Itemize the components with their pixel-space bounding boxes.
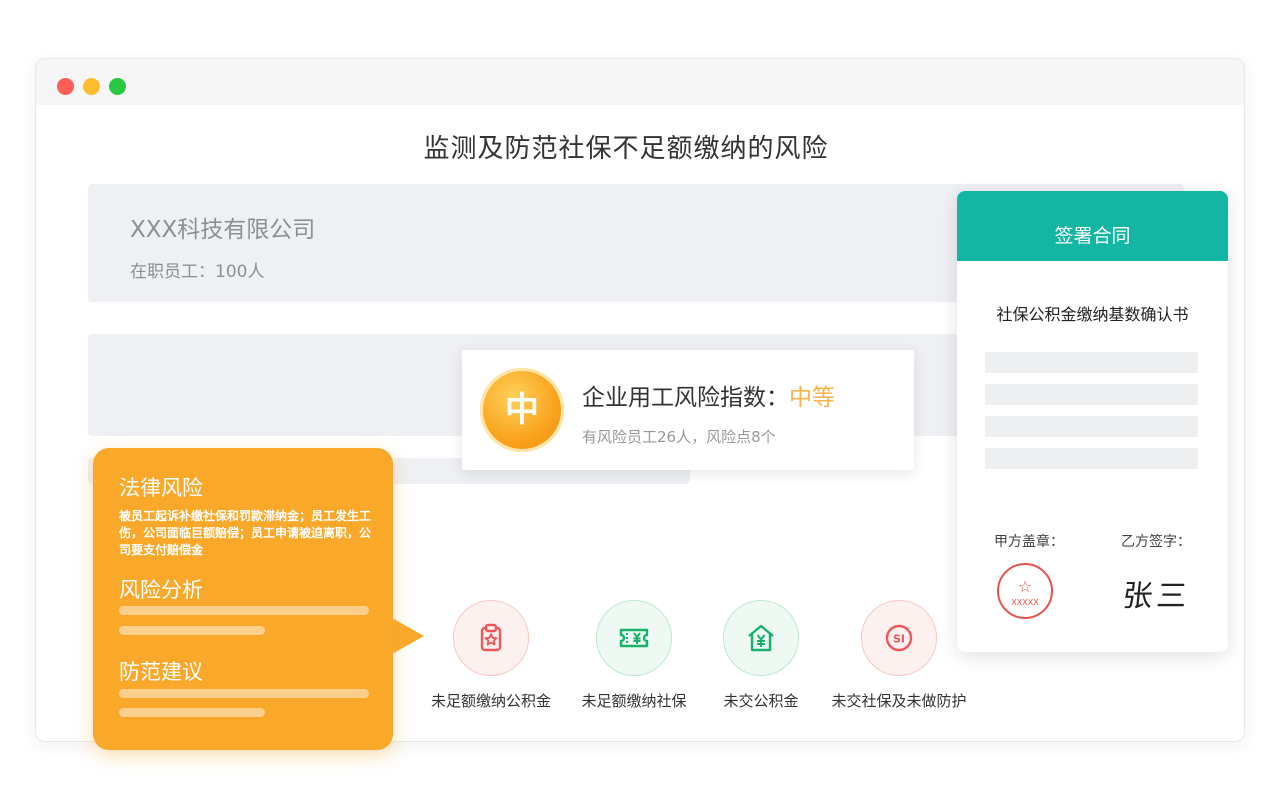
ticket-yen-icon	[619, 628, 649, 648]
risk-item-no-housing-fund[interactable]: 未交公积金	[686, 600, 836, 711]
legal-risk-description: 被员工起诉补缴社保和罚款滞纳金；员工发生工伤，公司面临巨额赔偿；员工申请被迫离职…	[119, 509, 372, 557]
document-line	[985, 448, 1198, 469]
risk-item-label: 未交社保及未做防护	[831, 692, 967, 710]
sign-contract-header[interactable]: 签署合同	[957, 191, 1228, 261]
risk-index-title: 企业用工风险指数：中等	[582, 378, 835, 412]
legal-risk-heading: 法律风险	[119, 476, 203, 500]
risk-item-icon-circle	[453, 600, 529, 676]
company-seal-stamp: ☆ XXXXX	[997, 563, 1053, 619]
prevention-line-1	[119, 689, 369, 698]
risk-item-label: 未足额缴纳公积金	[430, 692, 551, 710]
party-a-seal-label: 甲方盖章：	[994, 534, 1064, 550]
risk-item-icon-circle	[723, 600, 799, 676]
minimize-window-button[interactable]	[83, 78, 100, 95]
legal-risk-panel: 法律风险 被员工起诉补缴社保和罚款滞纳金；员工发生工伤，公司面临巨额赔偿；员工申…	[93, 448, 393, 750]
house-yen-icon	[748, 624, 774, 652]
risk-index-level: 中等	[789, 385, 835, 411]
risk-index-subtitle: 有风险员工26人，风险点8个	[582, 428, 776, 446]
risk-analysis-heading: 风险分析	[119, 578, 203, 602]
svg-text:SI: SI	[893, 633, 905, 646]
risk-index-card: 中 企业用工风险指数：中等 有风险员工26人，风险点8个	[462, 350, 914, 470]
contract-card: 签署合同 社保公积金缴纳基数确认书 甲方盖章： 乙方签字： ☆ XXXXX 张三	[957, 191, 1228, 652]
clipboard-star-icon	[480, 623, 502, 652]
prevention-line-2	[119, 708, 265, 717]
analysis-line-1	[119, 606, 369, 615]
risk-item-label: 未交公积金	[723, 692, 799, 710]
analysis-line-2	[119, 626, 265, 635]
company-name: XXX科技有限公司	[130, 217, 316, 243]
contract-document-title: 社保公积金缴纳基数确认书	[996, 305, 1189, 324]
risk-item-icon-circle	[596, 600, 672, 676]
risk-level-badge: 中	[480, 368, 564, 452]
document-line	[985, 384, 1198, 405]
risk-item-no-social-insurance[interactable]: SI 未交社保及未做防护	[824, 600, 974, 711]
document-line	[985, 352, 1198, 373]
page-title: 监测及防范社保不足额缴纳的风险	[423, 134, 829, 164]
risk-item-icon-circle: SI	[861, 600, 937, 676]
prevention-heading: 防范建议	[119, 660, 203, 684]
close-window-button[interactable]	[57, 78, 74, 95]
risk-item-housing-fund-underpaid[interactable]: 未足额缴纳公积金	[416, 600, 566, 711]
si-badge-icon: SI	[885, 624, 913, 652]
seal-star-icon: ☆	[1017, 577, 1033, 596]
risk-index-label: 企业用工风险指数：	[582, 385, 789, 411]
company-staff-count: 在职员工：100人	[130, 262, 265, 282]
party-b-signature: 张三	[1120, 579, 1193, 614]
maximize-window-button[interactable]	[109, 78, 126, 95]
window-titlebar	[36, 59, 1244, 105]
party-b-signature-label: 乙方签字：	[1121, 534, 1191, 550]
seal-text: XXXXX	[1011, 598, 1039, 607]
document-line	[985, 416, 1198, 437]
